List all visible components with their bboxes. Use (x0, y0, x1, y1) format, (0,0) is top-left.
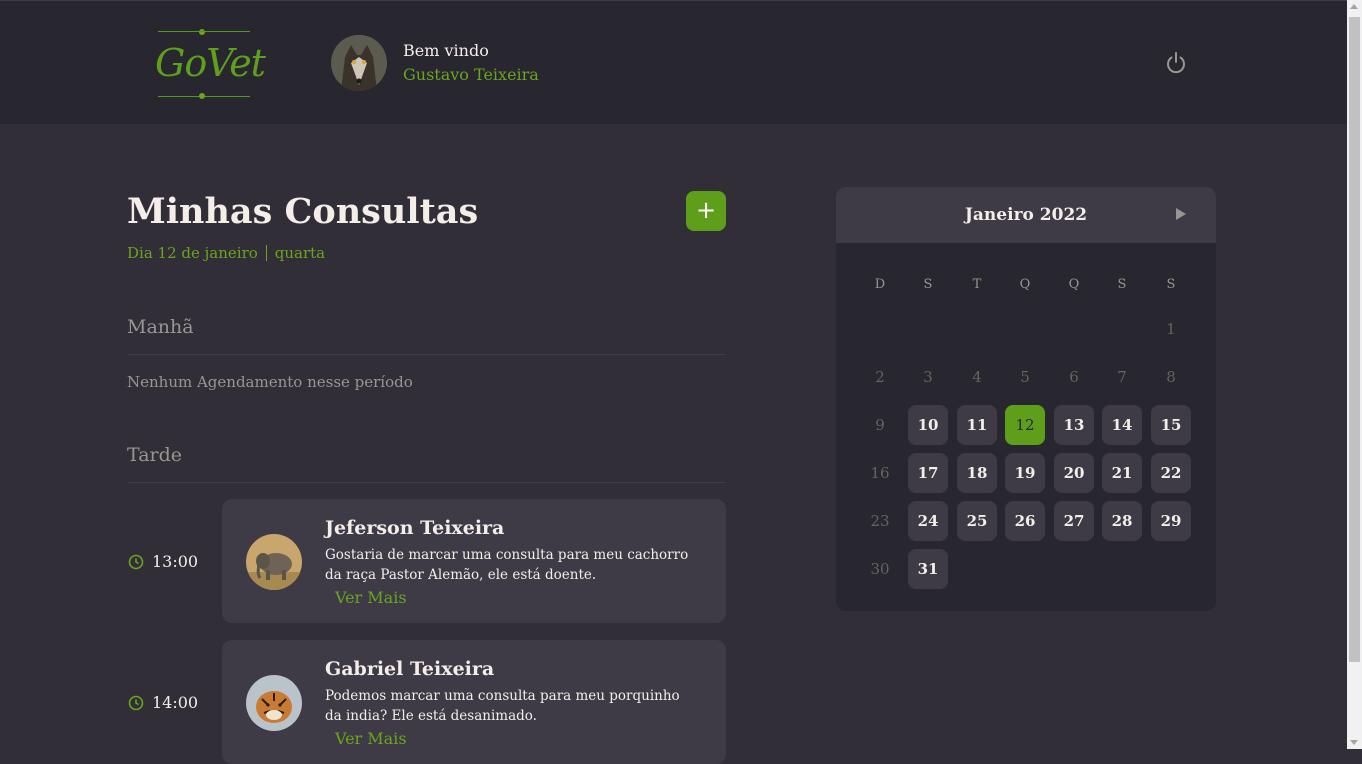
calendar-day[interactable]: 27 (1054, 501, 1094, 541)
appointment-time: 13:00 (128, 552, 198, 571)
calendar-day[interactable]: 24 (908, 501, 948, 541)
appointment-client-name: Jeferson Teixeira (325, 517, 505, 539)
scroll-up-icon[interactable] (1350, 4, 1358, 9)
see-more-link[interactable]: Ver Mais (335, 588, 407, 607)
user-name[interactable]: Gustavo Teixeira (403, 65, 539, 84)
section-morning-divider (127, 354, 726, 355)
page-scrollbar[interactable] (1347, 0, 1362, 749)
calendar-day: 1 (1166, 320, 1176, 338)
calendar-weekday: Q (1019, 277, 1031, 292)
user-avatar[interactable] (331, 35, 387, 91)
appointment-time-label: 14:00 (152, 693, 199, 712)
calendar-day[interactable]: 28 (1102, 501, 1142, 541)
appointment-description-line: Gostaria de marcar uma consulta para meu… (325, 547, 689, 563)
pet-avatar-tiger (246, 675, 302, 731)
calendar-weekday: T (972, 277, 982, 292)
calendar-day: 2 (875, 368, 885, 386)
weekday-label: quarta (274, 244, 326, 262)
calendar-day[interactable]: 25 (957, 501, 997, 541)
appointment-description-line: da raça Pastor Alemão, ele está doente. (325, 567, 597, 583)
date-separator (265, 245, 267, 261)
appointment-card[interactable]: Gabriel Teixeira Podemos marcar uma cons… (222, 640, 726, 764)
calendar-day[interactable]: 21 (1102, 453, 1142, 493)
date-label: Dia 12 de janeiro (127, 244, 258, 262)
calendar-day: 4 (972, 368, 982, 386)
calendar-day[interactable]: 22 (1151, 453, 1191, 493)
calendar-day: 3 (923, 368, 933, 386)
calendar-month-label: Janeiro 2022 (964, 205, 1088, 225)
calendar-day[interactable]: 15 (1151, 405, 1191, 445)
calendar-day: 9 (875, 416, 885, 434)
section-morning-title: Manhã (127, 316, 194, 338)
appointment-description: Podemos marcar uma consulta para meu por… (325, 686, 695, 726)
next-month-icon[interactable] (1176, 208, 1186, 220)
appointment-client-name: Gabriel Teixeira (325, 658, 495, 680)
power-icon[interactable] (1162, 49, 1190, 77)
calendar-day[interactable]: 17 (908, 453, 948, 493)
plus-icon: + (695, 196, 717, 224)
calendar-day[interactable]: 31 (908, 549, 948, 589)
see-more-link[interactable]: Ver Mais (335, 729, 407, 748)
calendar-day: 16 (870, 464, 890, 482)
morning-empty-text: Nenhum Agendamento nesse período (127, 373, 413, 391)
appointment-time: 14:00 (128, 693, 198, 712)
logo-dot-bottom (199, 93, 205, 99)
add-appointment-button[interactable]: + (686, 191, 726, 231)
scrollbar-thumb[interactable] (1349, 17, 1360, 662)
calendar-day: 7 (1117, 368, 1127, 386)
calendar-weekday: D (874, 277, 886, 292)
pet-avatar-elephant (246, 534, 302, 590)
clock-icon (128, 695, 144, 710)
section-afternoon-divider (127, 482, 726, 483)
calendar-weekday: Q (1068, 277, 1080, 292)
appointment-description: Gostaria de marcar uma consulta para meu… (325, 545, 695, 585)
calendar-day[interactable]: 29 (1151, 501, 1191, 541)
calendar-weekday: S (923, 277, 933, 292)
app-header: GoVet Bem vindo Gustavo Teixeira (0, 0, 1347, 124)
scroll-down-icon[interactable] (1350, 740, 1358, 745)
calendar-weekday: S (1166, 277, 1176, 292)
calendar-weekday: S (1117, 277, 1127, 292)
calendar-day: 8 (1166, 368, 1176, 386)
logo-dot-top (199, 29, 205, 35)
calendar-day[interactable]: 11 (957, 405, 997, 445)
appointment-card[interactable]: Jeferson Teixeira Gostaria de marcar uma… (222, 499, 726, 623)
logo-line-top (158, 31, 250, 32)
calendar-day[interactable]: 18 (957, 453, 997, 493)
page-title: Minhas Consultas (127, 191, 479, 232)
calendar-day: 5 (1020, 368, 1030, 386)
calendar-day[interactable]: 14 (1102, 405, 1142, 445)
clock-icon (128, 554, 144, 569)
calendar: Janeiro 2022 D S T Q Q S S 1 2 3 4 5 6 7 8 9 10 11 12 13 14 1… (836, 187, 1216, 611)
calendar-day: 6 (1069, 368, 1079, 386)
calendar-day: 23 (870, 512, 890, 530)
welcome-text: Bem vindo (403, 41, 489, 60)
calendar-day[interactable]: 19 (1005, 453, 1045, 493)
calendar-day[interactable]: 26 (1005, 501, 1045, 541)
calendar-day[interactable]: 10 (908, 405, 948, 445)
calendar-day-selected[interactable]: 12 (1005, 405, 1045, 445)
appointment-description-line: Podemos marcar uma consulta para meu por… (325, 688, 680, 704)
selected-date: Dia 12 de janeiro quarta (127, 244, 325, 262)
govet-logo[interactable]: GoVet (155, 29, 266, 101)
appointment-time-label: 13:00 (152, 552, 199, 571)
logo-text: GoVet (155, 41, 266, 85)
calendar-day[interactable]: 20 (1054, 453, 1094, 493)
calendar-header: Janeiro 2022 (836, 187, 1216, 243)
section-afternoon-title: Tarde (127, 444, 183, 466)
calendar-day[interactable]: 13 (1054, 405, 1094, 445)
appointment-description-line: da india? Ele está desanimado. (325, 708, 537, 724)
calendar-day: 30 (870, 560, 890, 578)
